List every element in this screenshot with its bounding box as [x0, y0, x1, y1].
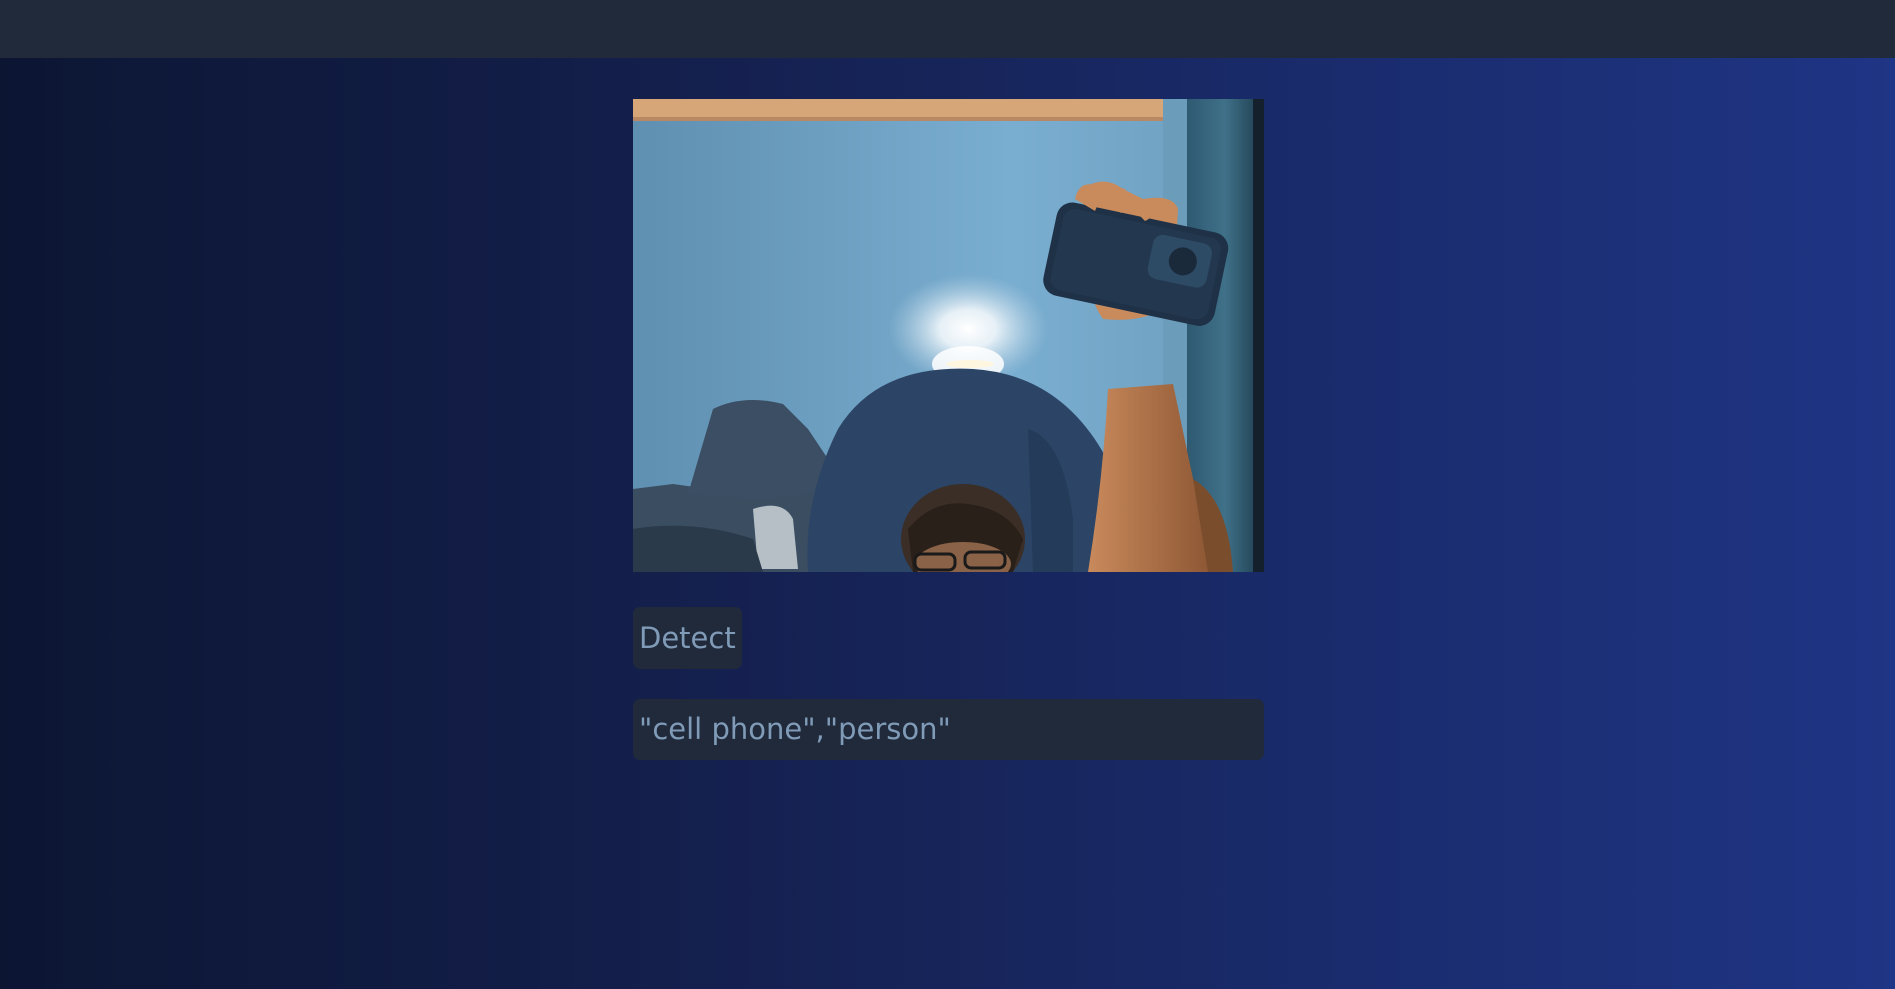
webcam-frame [633, 99, 1264, 572]
top-bar [0, 0, 1895, 58]
main-content: Detect "cell phone","person" [633, 99, 1264, 760]
webcam-video [633, 99, 1264, 572]
detection-results-text: "cell phone","person" [639, 712, 951, 746]
detection-results: "cell phone","person" [633, 699, 1264, 760]
detect-button[interactable]: Detect [633, 607, 742, 669]
